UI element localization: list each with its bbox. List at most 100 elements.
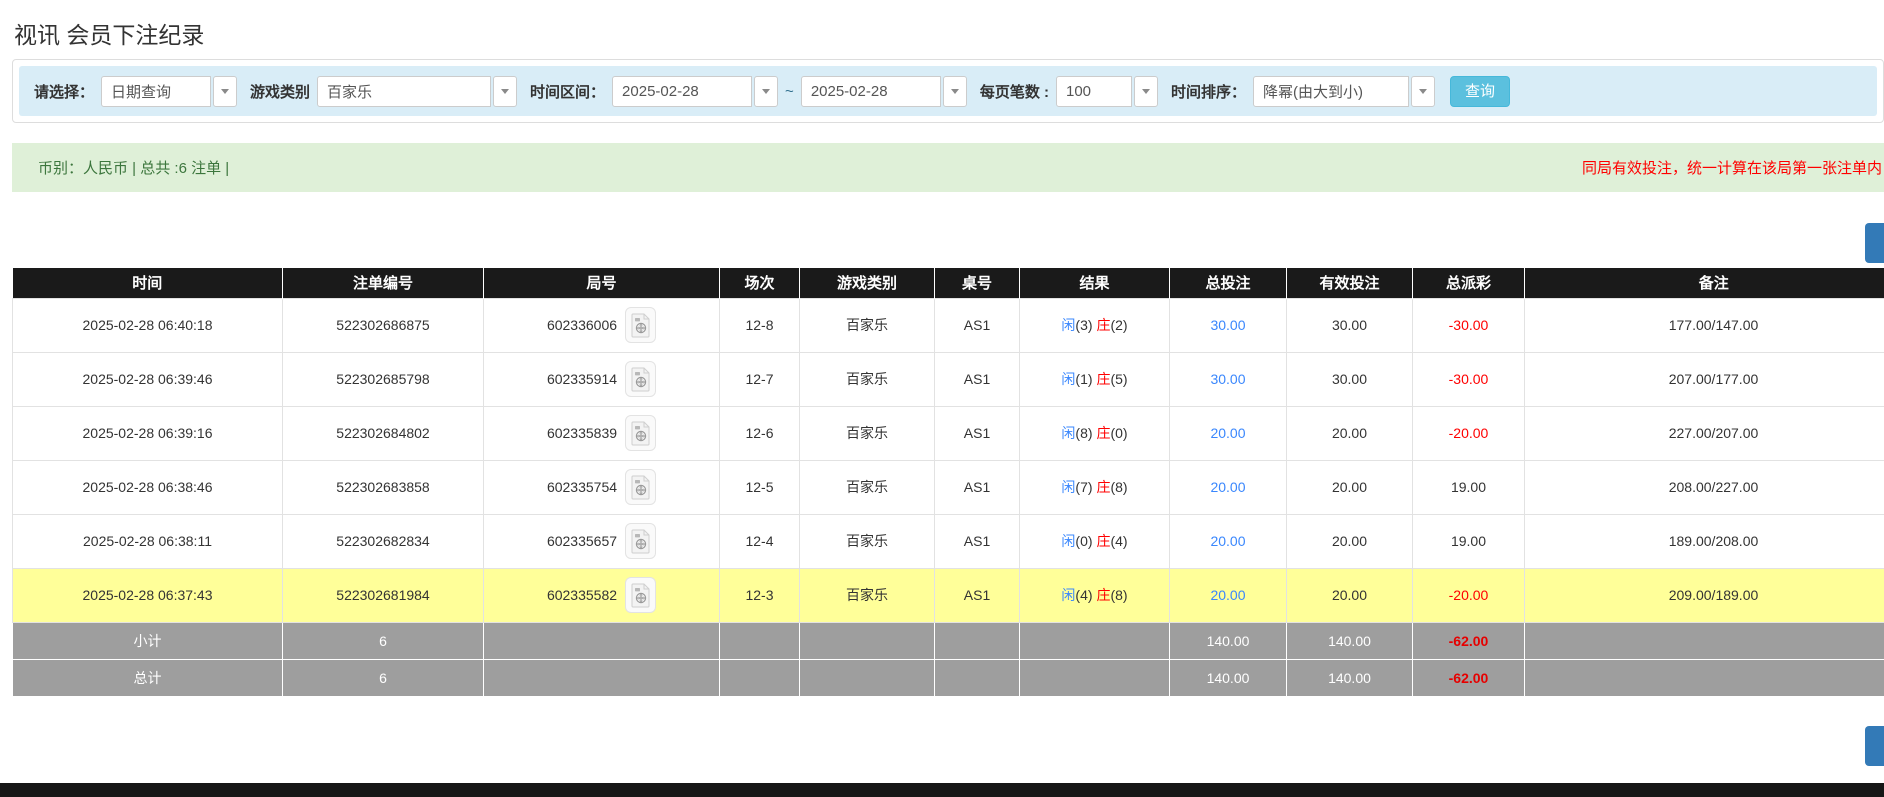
grand-total-row: 总计6140.00140.00-62.00 <box>13 659 1884 696</box>
round-id-text: 602335839 <box>547 425 617 441</box>
video-replay-button[interactable] <box>625 523 656 559</box>
cell-bet-id: 522302684802 <box>283 406 484 460</box>
game-type-combo: 百家乐 <box>317 76 517 107</box>
video-record-icon <box>631 421 651 446</box>
column-header-7: 总投注 <box>1170 268 1287 298</box>
chevron-down-icon <box>221 89 229 94</box>
video-record-icon <box>631 529 651 554</box>
video-replay-button[interactable] <box>625 577 656 613</box>
cell-table-no: AS1 <box>935 298 1020 352</box>
cell-valid-bet: 30.00 <box>1287 298 1413 352</box>
video-replay-button[interactable] <box>625 307 656 343</box>
cell-footer-remark <box>1525 659 1884 696</box>
cell-game-type: 百家乐 <box>800 568 935 622</box>
chevron-down-icon <box>762 89 770 94</box>
cell-round-id: 602335914 <box>484 352 720 406</box>
filter-panel: 请选择： 日期查询 游戏类别 百家乐 时间区间： 2025-02-28 ~ 20… <box>12 59 1884 123</box>
cell-bet-id: 522302683858 <box>283 460 484 514</box>
date-from-dropdown-button[interactable] <box>754 76 778 107</box>
valid-bet-notice: 同局有效投注，统一计算在该局第一张注单内 <box>1582 157 1882 178</box>
cell-payout: -20.00 <box>1413 568 1525 622</box>
result-banker: 庄 <box>1096 533 1110 549</box>
cell-game-type: 百家乐 <box>800 406 935 460</box>
column-header-9: 总派彩 <box>1413 268 1525 298</box>
sort-combo: 降幂(由大到小) <box>1253 76 1435 107</box>
page-size-dropdown-button[interactable] <box>1134 76 1158 107</box>
cell-footer-empty <box>1020 622 1170 659</box>
cell-session: 12-5 <box>720 460 800 514</box>
game-type-select[interactable]: 百家乐 <box>317 76 491 107</box>
pagination-button-bottom[interactable] <box>1865 726 1884 766</box>
result-banker-score: (0) <box>1110 425 1127 441</box>
cell-valid-bet: 20.00 <box>1287 568 1413 622</box>
cell-time: 2025-02-28 06:39:46 <box>13 352 283 406</box>
result-banker: 庄 <box>1096 425 1110 441</box>
result-player: 闲 <box>1061 587 1075 603</box>
cell-footer-valid-bet: 140.00 <box>1287 622 1413 659</box>
query-type-select[interactable]: 日期查询 <box>101 76 211 107</box>
result-banker-score: (4) <box>1110 533 1127 549</box>
cell-time: 2025-02-28 06:37:43 <box>13 568 283 622</box>
table-row[interactable]: 2025-02-28 06:38:11522302682834602335657… <box>13 514 1884 568</box>
table-row[interactable]: 2025-02-28 06:38:46522302683858 602335754… <box>13 460 1884 514</box>
cell-total-bet: 20.00 <box>1170 568 1287 622</box>
cell-time: 2025-02-28 06:38:46 <box>13 460 283 514</box>
table-row[interactable]: 2025-02-28 06:40:18522302686875602336006… <box>13 298 1884 352</box>
cell-game-type: 百家乐 <box>800 460 935 514</box>
summary-bar: 币别：人民币 | 总共 :6 注单 | 同局有效投注，统一计算在该局第一张注单内 <box>12 143 1884 192</box>
cell-remark: 177.00/147.00 <box>1525 298 1884 352</box>
cell-game-type: 百家乐 <box>800 298 935 352</box>
search-button[interactable]: 查询 <box>1450 76 1510 107</box>
cell-valid-bet: 30.00 <box>1287 352 1413 406</box>
round-id-text: 602335754 <box>547 479 617 495</box>
cell-remark: 189.00/208.00 <box>1525 514 1884 568</box>
cell-result: 闲(3) 庄(2) <box>1020 298 1170 352</box>
cell-session: 12-4 <box>720 514 800 568</box>
cell-footer-count: 6 <box>283 659 484 696</box>
result-banker-score: (5) <box>1110 371 1127 387</box>
sort-dropdown-button[interactable] <box>1411 76 1435 107</box>
cell-bet-id: 522302686875 <box>283 298 484 352</box>
page-size-select[interactable]: 100 <box>1056 76 1132 107</box>
cell-round-id: 602335582 <box>484 568 720 622</box>
chevron-down-icon <box>501 89 509 94</box>
sort-select[interactable]: 降幂(由大到小) <box>1253 76 1409 107</box>
sort-label: 时间排序： <box>1171 81 1246 102</box>
table-row[interactable]: 2025-02-28 06:39:46522302685798602335914… <box>13 352 1884 406</box>
cell-total-bet: 30.00 <box>1170 352 1287 406</box>
cell-valid-bet: 20.00 <box>1287 460 1413 514</box>
cell-result: 闲(7) 庄(8) <box>1020 460 1170 514</box>
result-player-score: (0) <box>1075 533 1092 549</box>
table-row[interactable]: 2025-02-28 06:39:16522302684802 602335839… <box>13 406 1884 460</box>
column-header-8: 有效投注 <box>1287 268 1413 298</box>
cell-round-id: 602335657 <box>484 514 720 568</box>
date-to-input[interactable]: 2025-02-28 <box>801 76 941 107</box>
round-id-text: 602335914 <box>547 371 617 387</box>
result-banker-score: (8) <box>1110 479 1127 495</box>
cell-time: 2025-02-28 06:39:16 <box>13 406 283 460</box>
bet-records-table-wrap: 时间注单编号局号场次游戏类别桌号结果总投注有效投注总派彩备注 2025-02-2… <box>12 268 1884 697</box>
cell-remark: 227.00/207.00 <box>1525 406 1884 460</box>
table-row[interactable]: 2025-02-28 06:37:43522302681984602335582… <box>13 568 1884 622</box>
cell-footer-payout: -62.00 <box>1413 622 1525 659</box>
cell-footer-empty <box>800 659 935 696</box>
game-type-dropdown-button[interactable] <box>493 76 517 107</box>
cell-remark: 209.00/189.00 <box>1525 568 1884 622</box>
video-record-icon <box>631 475 651 500</box>
chevron-down-icon <box>1142 89 1150 94</box>
currency-total-text: 币别：人民币 | 总共 :6 注单 | <box>38 157 229 178</box>
query-type-dropdown-button[interactable] <box>213 76 237 107</box>
cell-round-id: 602335754 <box>484 460 720 514</box>
date-to-dropdown-button[interactable] <box>943 76 967 107</box>
cell-table-no: AS1 <box>935 568 1020 622</box>
pagination-button-top[interactable] <box>1865 223 1884 263</box>
table-header-row: 时间注单编号局号场次游戏类别桌号结果总投注有效投注总派彩备注 <box>13 268 1884 298</box>
cell-footer-empty <box>720 659 800 696</box>
cell-table-no: AS1 <box>935 460 1020 514</box>
cell-time: 2025-02-28 06:40:18 <box>13 298 283 352</box>
date-from-input[interactable]: 2025-02-28 <box>612 76 752 107</box>
video-replay-button[interactable] <box>625 361 656 397</box>
video-replay-button[interactable] <box>625 469 656 505</box>
video-replay-button[interactable] <box>625 415 656 451</box>
cell-footer-empty <box>484 659 720 696</box>
